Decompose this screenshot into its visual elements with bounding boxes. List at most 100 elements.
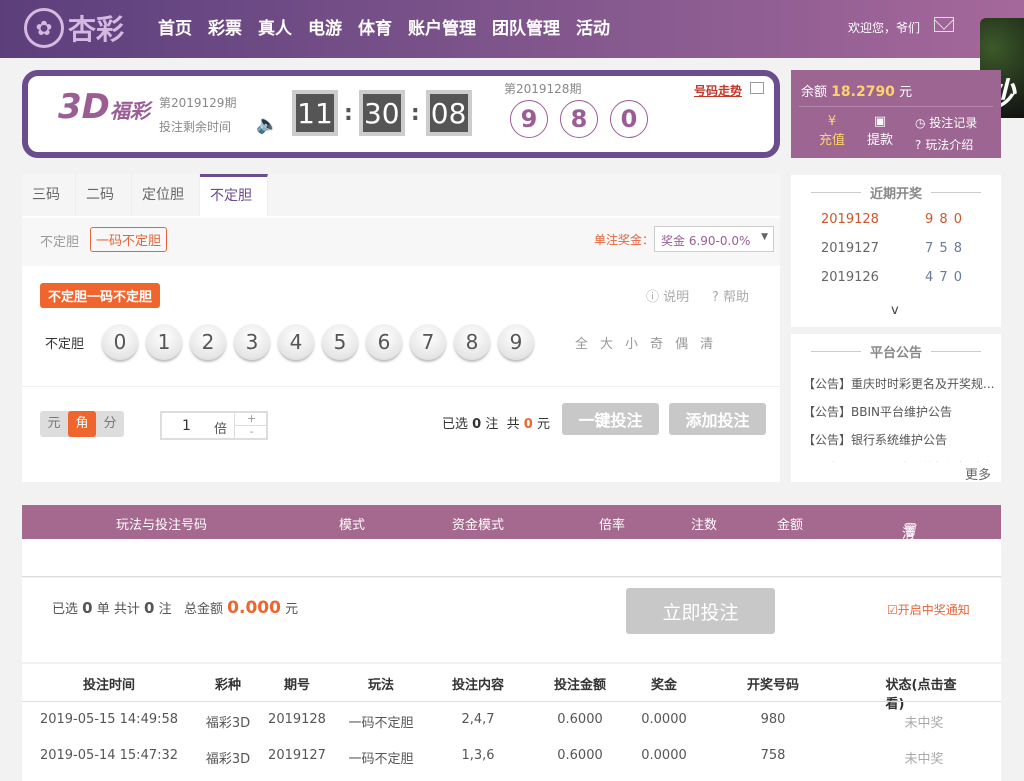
last-number: 0 bbox=[610, 100, 648, 138]
notice-item[interactable]: 【公告】BBIN平台维护公告 bbox=[803, 398, 998, 426]
add-bet-button[interactable]: 添加投注 bbox=[669, 403, 766, 435]
th-bet-amount: 投注金额 bbox=[553, 678, 607, 693]
wallet-yen-icon: ¥ bbox=[827, 114, 837, 129]
tab-any-position[interactable]: 不定胆 bbox=[200, 174, 268, 216]
th-lottery: 彩种 bbox=[214, 678, 242, 693]
logo-seal-icon: ✿ bbox=[24, 8, 64, 48]
account-panel: 余额 18.2790 元 ¥ 充值 ▣ 提款 ◷ 投注记录 ? 玩法介绍 bbox=[791, 70, 1001, 158]
unit-yuan[interactable]: 元 bbox=[40, 411, 68, 437]
submit-bet-button[interactable]: 立即投注 bbox=[626, 588, 775, 634]
recent-draws-panel: 近期开奖 2019128 9 8 0 2019127 7 5 8 2019126… bbox=[791, 175, 1001, 327]
trend-chart-icon[interactable] bbox=[750, 82, 764, 94]
recent-numbers: 7 5 8 bbox=[925, 241, 964, 256]
last-number: 8 bbox=[560, 100, 598, 138]
rules-link[interactable]: ? 玩法介绍 bbox=[915, 136, 973, 153]
nav-live[interactable]: 真人 bbox=[258, 14, 292, 39]
col-amount: 金额 bbox=[777, 518, 804, 533]
quick-odd[interactable]: 奇 bbox=[650, 333, 663, 352]
bet-history-table: 投注时间 彩种 期号 玩法 投注内容 投注金额 奖金 开奖号码 状态(点击查看)… bbox=[22, 664, 1001, 781]
unit-toggle: 元 角 分 bbox=[40, 411, 124, 437]
number-ball-4[interactable]: 4 bbox=[278, 324, 314, 360]
subplay-one-code[interactable]: 一码不定胆 bbox=[90, 227, 168, 252]
total-amount: 0.000 bbox=[227, 598, 281, 618]
win-notify-checkbox[interactable]: ☑开启中奖通知 bbox=[887, 601, 970, 618]
trend-link[interactable]: 号码走势 bbox=[694, 82, 742, 99]
recent-title: 近期开奖 bbox=[791, 183, 1001, 202]
multiple-input[interactable]: 1 bbox=[182, 418, 191, 434]
table-row: 2019-05-14 15:47:32 福彩3D 2019127 一码不定胆 1… bbox=[39, 748, 944, 767]
number-ball-5[interactable]: 5 bbox=[322, 324, 358, 360]
order-summary: 已选 0 单 共计 0 注 总金额 0.000 元 立即投注 ☑开启中奖通知 bbox=[22, 578, 1001, 662]
number-ball-8[interactable]: 8 bbox=[454, 324, 490, 360]
unit-jiao[interactable]: 角 bbox=[68, 411, 96, 437]
subplay-group-label: 不定胆 bbox=[40, 235, 80, 250]
withdraw-button[interactable]: ▣ 提款 bbox=[867, 114, 893, 148]
nav-home[interactable]: 首页 bbox=[158, 14, 192, 39]
number-ball-2[interactable]: 2 bbox=[190, 324, 226, 360]
status-link[interactable]: 未中奖 bbox=[904, 748, 943, 767]
nav-promo[interactable]: 活动 bbox=[576, 14, 610, 39]
prize-label: 单注奖金： bbox=[594, 233, 655, 247]
multiple-stepper: 1 倍 + - bbox=[160, 411, 268, 440]
order-counts: 已选 0 单 共计 0 注 总金额 0.000 元 bbox=[52, 598, 299, 618]
recharge-button[interactable]: ¥ 充值 bbox=[819, 114, 845, 148]
number-ball-7[interactable]: 7 bbox=[410, 324, 446, 360]
minus-button[interactable]: - bbox=[234, 426, 268, 438]
col-multiple: 倍率 bbox=[599, 518, 626, 533]
countdown-hours: 11 bbox=[292, 90, 338, 136]
explain-link[interactable]: ⓘ 说明 bbox=[646, 286, 689, 305]
th-draw: 开奖号码 bbox=[746, 678, 800, 693]
bet-record-link[interactable]: ◷ 投注记录 bbox=[915, 114, 977, 131]
th-status: 状态(点击查看) bbox=[885, 678, 957, 712]
last-number: 9 bbox=[510, 100, 548, 138]
expand-chevron-icon[interactable]: v bbox=[891, 303, 899, 318]
number-ball-9[interactable]: 9 bbox=[498, 324, 534, 360]
fc3d-logo: 3D福彩 bbox=[58, 87, 150, 127]
site-logo[interactable]: ✿ 杏彩 bbox=[24, 6, 124, 50]
number-row: 0 1 2 3 4 5 6 7 8 9 bbox=[102, 324, 534, 360]
more-notices-link[interactable]: 更多 bbox=[960, 464, 991, 482]
notice-item[interactable]: 【公告】银行系统维护公告 bbox=[803, 426, 998, 454]
unit-fen[interactable]: 分 bbox=[96, 411, 124, 437]
nav-account[interactable]: 账户管理 bbox=[408, 14, 476, 39]
number-ball-1[interactable]: 1 bbox=[146, 324, 182, 360]
one-click-bet-button[interactable]: 一键投注 bbox=[562, 403, 659, 435]
quick-all[interactable]: 全 bbox=[575, 333, 588, 352]
status-link[interactable]: 未中奖 bbox=[904, 712, 943, 731]
quick-small[interactable]: 小 bbox=[625, 333, 638, 352]
nav-lottery[interactable]: 彩票 bbox=[208, 14, 242, 39]
col-play: 玩法与投注号码 bbox=[116, 518, 208, 533]
nav-sports[interactable]: 体育 bbox=[358, 14, 392, 39]
countdown-label: 投注剩余时间 bbox=[159, 120, 232, 134]
bet-cart-body bbox=[22, 539, 1001, 577]
logo-text: 杏彩 bbox=[68, 13, 125, 46]
countdown-seconds: 08 bbox=[425, 90, 472, 136]
nav-team[interactable]: 团队管理 bbox=[492, 14, 560, 39]
bet-panel: 三码 二码 定位胆 不定胆 不定胆 一码不定胆 单注奖金： 奖金 6.90-0.… bbox=[22, 174, 780, 482]
multiple-unit: 倍 bbox=[214, 422, 228, 437]
wallet-icon: ▣ bbox=[873, 114, 887, 129]
quick-big[interactable]: 大 bbox=[600, 333, 613, 352]
col-mode: 模式 bbox=[339, 518, 366, 533]
number-ball-3[interactable]: 3 bbox=[234, 324, 270, 360]
th-play: 玩法 bbox=[367, 678, 395, 693]
quick-even[interactable]: 偶 bbox=[675, 333, 688, 352]
notice-item[interactable]: 【公告】5月11日凌晨停机维护结束 bbox=[803, 454, 998, 462]
welcome-text: 欢迎您，爷们 bbox=[848, 21, 921, 35]
nav-slots[interactable]: 电游 bbox=[308, 14, 342, 39]
tab-two-digit[interactable]: 二码 bbox=[76, 174, 132, 216]
help-link[interactable]: ? 帮助 bbox=[712, 286, 749, 305]
quick-clear[interactable]: 清 bbox=[700, 333, 713, 352]
recent-issue: 2019128 bbox=[821, 212, 879, 227]
tab-three-digit[interactable]: 三码 bbox=[22, 174, 76, 216]
prize-select[interactable]: 奖金 6.90-0.0% ▼ bbox=[654, 226, 774, 252]
mail-icon[interactable] bbox=[934, 17, 954, 32]
number-ball-0[interactable]: 0 bbox=[102, 324, 138, 360]
notice-item[interactable]: 【公告】重庆时时彩更名及开奖规... bbox=[803, 370, 998, 398]
tab-position[interactable]: 定位胆 bbox=[132, 174, 200, 216]
recent-numbers: 9 8 0 bbox=[925, 212, 964, 227]
main-nav: 首页 彩票 真人 电游 体育 账户管理 团队管理 活动 bbox=[158, 14, 610, 39]
play-tag: 不定胆一码不定胆 bbox=[40, 283, 161, 308]
sound-icon[interactable]: 🔈 bbox=[256, 114, 278, 135]
number-ball-6[interactable]: 6 bbox=[366, 324, 402, 360]
